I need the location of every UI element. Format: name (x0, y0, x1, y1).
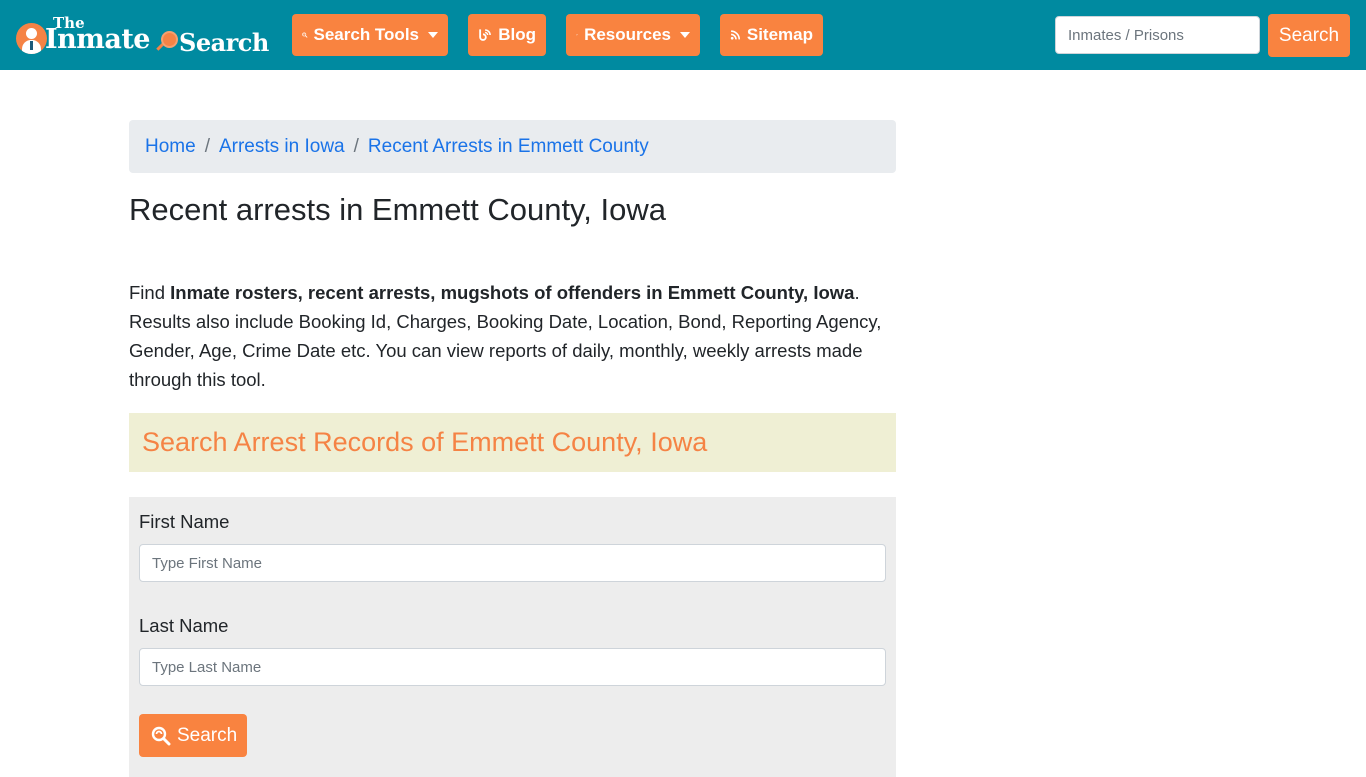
blog-icon (479, 29, 491, 41)
nav-sitemap-button[interactable]: Sitemap (720, 14, 823, 56)
breadcrumb-separator: / (204, 135, 210, 157)
arrest-search-form: First Name Last Name Search (129, 497, 896, 777)
last-name-label: Last Name (139, 615, 229, 636)
page-title: Recent arrests in Emmett County, Iowa (129, 192, 666, 227)
inmate-avatar-icon (16, 23, 47, 54)
form-search-label: Search (177, 724, 238, 746)
search-tools-icon (151, 726, 171, 745)
nav-search-tools-button[interactable]: Search Tools (292, 14, 448, 56)
chevron-down-icon (680, 32, 690, 38)
breadcrumb-recent-arrests-emmett[interactable]: Recent Arrests in Emmett County (368, 136, 649, 158)
nav-resources-button[interactable]: Resources (566, 14, 700, 56)
logo-text-search: Search (179, 28, 269, 57)
top-navbar: The Inmate Search Search Tools Blog Reso… (0, 0, 1366, 70)
intro-prefix: Find (129, 282, 171, 303)
breadcrumb-arrests-in-iowa[interactable]: Arrests in Iowa (219, 136, 345, 158)
search-heading-box: Search Arrest Records of Emmett County, … (129, 413, 896, 472)
leaf-icon (576, 34, 578, 36)
breadcrumb-home[interactable]: Home (145, 136, 196, 158)
rss-icon (730, 30, 741, 40)
nav-blog-label: Blog (498, 25, 536, 44)
first-name-label: First Name (139, 511, 230, 532)
logo-text-inmate: Inmate (45, 24, 150, 55)
top-search-button[interactable]: Search (1268, 14, 1350, 57)
last-name-input[interactable] (139, 648, 886, 686)
nav-search-tools-label: Search Tools (313, 25, 420, 44)
breadcrumb: Home / Arrests in Iowa / Recent Arrests … (129, 120, 896, 173)
search-tools-icon (302, 32, 308, 38)
form-search-button[interactable]: Search (139, 714, 247, 757)
breadcrumb-separator: / (353, 135, 359, 157)
magnifier-icon (161, 31, 178, 48)
nav-resources-label: Resources (584, 25, 671, 44)
first-name-input[interactable] (139, 544, 886, 582)
search-heading: Search Arrest Records of Emmett County, … (142, 427, 708, 457)
chevron-down-icon (428, 32, 438, 38)
site-logo[interactable]: The Inmate Search (15, 14, 269, 58)
nav-sitemap-label: Sitemap (746, 25, 813, 44)
intro-bold: Inmate rosters, recent arrests, mugshots… (170, 282, 855, 303)
nav-blog-button[interactable]: Blog (468, 14, 546, 56)
intro-paragraph: Find Inmate rosters, recent arrests, mug… (129, 278, 896, 394)
top-search-input[interactable] (1055, 16, 1260, 54)
